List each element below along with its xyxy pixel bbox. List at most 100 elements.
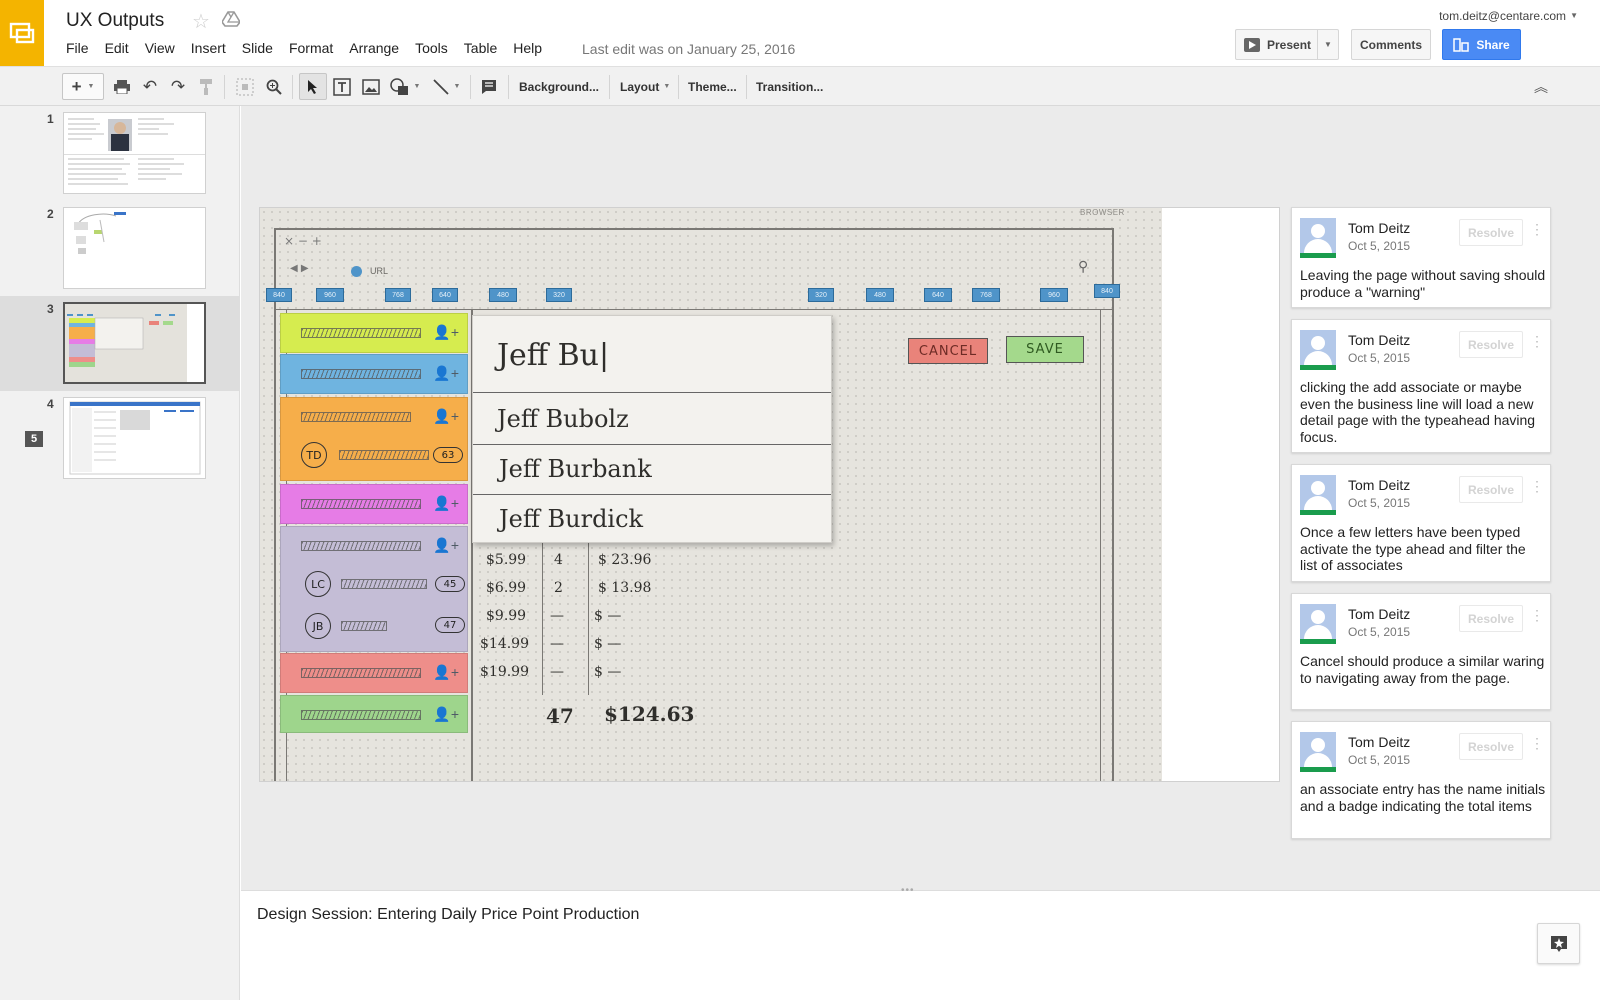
typeahead-option-label: Jeff Burbank	[499, 455, 652, 483]
slide-preview	[63, 397, 206, 479]
more-options-icon[interactable]: ⋮	[1530, 334, 1544, 348]
slide-thumbnail-3[interactable]: 3	[0, 296, 239, 391]
theme-button[interactable]: Theme...	[688, 73, 737, 100]
toolbar-divider	[609, 75, 610, 99]
comment-text: an associate entry has the name initials…	[1300, 781, 1546, 814]
present-button[interactable]: Present ▼	[1235, 29, 1339, 60]
price-cell: $6.99	[486, 580, 527, 596]
resolve-button[interactable]: Resolve	[1459, 605, 1523, 632]
select-cursor-icon[interactable]	[299, 73, 327, 100]
transition-button[interactable]: Transition...	[756, 73, 823, 100]
present-label: Present	[1267, 37, 1312, 52]
print-icon[interactable]	[112, 73, 132, 100]
select-region-icon[interactable]	[234, 73, 256, 100]
breakpoint-tag: 840	[266, 288, 292, 302]
present-main-button[interactable]: Present	[1236, 30, 1318, 59]
speaker-notes-text[interactable]: Design Session: Entering Daily Price Poi…	[257, 906, 639, 924]
toolbar: + ▼ ↶ ↷ ▼ ▼ Background... Layout ▼ Theme…	[0, 67, 1600, 106]
associate-count-badge: 63	[433, 447, 463, 463]
new-slide-button[interactable]: + ▼	[62, 73, 104, 100]
text-box-icon[interactable]	[331, 73, 353, 100]
menu-arrange[interactable]: Arrange	[349, 40, 399, 56]
star-icon[interactable]: ☆	[192, 9, 210, 34]
shape-caret-icon[interactable]: ▼	[414, 83, 421, 90]
table-divider	[542, 543, 544, 695]
browser-label: BROWSER	[1080, 208, 1125, 217]
explore-button[interactable]	[1537, 923, 1580, 964]
sketch-bar	[301, 412, 411, 422]
menu-slide[interactable]: Slide	[242, 40, 273, 56]
avatar	[1300, 218, 1336, 258]
notes-resize-handle[interactable]: •••	[901, 885, 915, 896]
menu-help[interactable]: Help	[513, 40, 542, 56]
plus-icon: +	[71, 76, 82, 96]
comment-date: Oct 5, 2015	[1348, 239, 1411, 253]
comment-card[interactable]: Tom Deitz Oct 5, 2015 Resolve ⋮ an assoc…	[1291, 721, 1551, 839]
share-people-icon	[1453, 37, 1470, 52]
menu-edit[interactable]: Edit	[105, 40, 129, 56]
menu-bar: File Edit View Insert Slide Format Arran…	[66, 40, 558, 56]
resolve-button[interactable]: Resolve	[1459, 219, 1523, 246]
drive-folder-icon[interactable]	[221, 11, 241, 32]
menu-insert[interactable]: Insert	[191, 40, 226, 56]
comment-card[interactable]: Tom Deitz Oct 5, 2015 Resolve ⋮ Cancel s…	[1291, 593, 1551, 710]
document-title[interactable]: UX Outputs	[66, 10, 164, 32]
more-options-icon[interactable]: ⋮	[1530, 479, 1544, 493]
typeahead-option: Jeff Burdick	[473, 494, 831, 544]
comment-author: Tom Deitz	[1348, 332, 1411, 348]
share-button[interactable]: Share	[1442, 29, 1521, 60]
shape-icon[interactable]: ▼	[388, 73, 422, 100]
insert-image-icon[interactable]	[360, 73, 382, 100]
slides-logo-icon[interactable]	[0, 0, 44, 66]
line-caret-icon[interactable]: ▼	[454, 83, 461, 90]
undo-icon[interactable]: ↶	[140, 73, 160, 100]
sketch-bar	[301, 369, 421, 379]
associate-initials: TD	[301, 442, 327, 468]
resolve-button[interactable]: Resolve	[1459, 733, 1523, 760]
collapse-toolbar-icon[interactable]: ︽	[1534, 77, 1548, 97]
account-email[interactable]: tom.deitz@centare.com	[1439, 9, 1566, 23]
slide-thumbnail-2[interactable]: 2	[0, 201, 239, 296]
current-slide[interactable]: BROWSER × − + ◀ ▶ URL ⚲ 840 960 768 640 …	[259, 207, 1280, 782]
toolbar-divider	[678, 75, 679, 99]
present-dropdown-caret-icon[interactable]: ▼	[1318, 40, 1338, 49]
zoom-icon[interactable]	[264, 73, 284, 100]
layout-button[interactable]: Layout ▼	[620, 73, 670, 100]
menu-table[interactable]: Table	[464, 40, 497, 56]
new-slide-caret-icon[interactable]: ▼	[88, 83, 95, 90]
menu-file[interactable]: File	[66, 40, 89, 56]
speaker-notes-panel[interactable]: ••• Design Session: Entering Daily Price…	[241, 885, 1600, 1000]
more-options-icon[interactable]: ⋮	[1530, 608, 1544, 622]
line-icon[interactable]: ▼	[428, 73, 464, 100]
slide-thumbnail-4[interactable]: 4	[0, 391, 239, 486]
typeahead-option-label: Jeff Bubolz	[497, 405, 629, 433]
account-caret-icon[interactable]: ▼	[1570, 11, 1578, 20]
comment-card[interactable]: Tom Deitz Oct 5, 2015 Resolve ⋮ Once a f…	[1291, 464, 1551, 582]
slide-thumbnail-1[interactable]: 1	[0, 106, 239, 201]
resolve-button[interactable]: Resolve	[1459, 331, 1523, 358]
table-divider	[588, 543, 590, 695]
grand-qty: 47	[546, 704, 574, 728]
comment-card[interactable]: Tom Deitz Oct 5, 2015 Resolve ⋮ Leaving …	[1291, 207, 1551, 308]
menu-tools[interactable]: Tools	[415, 40, 448, 56]
more-options-icon[interactable]: ⋮	[1530, 222, 1544, 236]
comment-card[interactable]: Tom Deitz Oct 5, 2015 Resolve ⋮ clicking…	[1291, 319, 1551, 453]
resolve-button[interactable]: Resolve	[1459, 476, 1523, 503]
business-line-stripe: 👤+	[280, 484, 468, 524]
comments-button[interactable]: Comments	[1351, 29, 1431, 60]
total-cell: $ —	[594, 636, 622, 652]
paint-format-icon[interactable]	[197, 73, 217, 100]
sketch-save-button: SAVE	[1006, 336, 1084, 363]
redo-icon[interactable]: ↷	[168, 73, 188, 100]
more-options-icon[interactable]: ⋮	[1530, 736, 1544, 750]
sketch-cancel-button: CANCEL	[908, 338, 988, 364]
associate-count-badge: 47	[435, 617, 465, 633]
wireframe-sketch-image[interactable]: BROWSER × − + ◀ ▶ URL ⚲ 840 960 768 640 …	[260, 208, 1162, 781]
qty-cell: 2	[554, 580, 563, 596]
sketch-search-icon: ⚲	[1078, 259, 1089, 275]
background-button[interactable]: Background...	[519, 73, 599, 100]
menu-format[interactable]: Format	[289, 40, 333, 56]
insert-comment-icon[interactable]	[478, 73, 500, 100]
last-edit-status[interactable]: Last edit was on January 25, 2016	[582, 41, 795, 57]
menu-view[interactable]: View	[145, 40, 175, 56]
